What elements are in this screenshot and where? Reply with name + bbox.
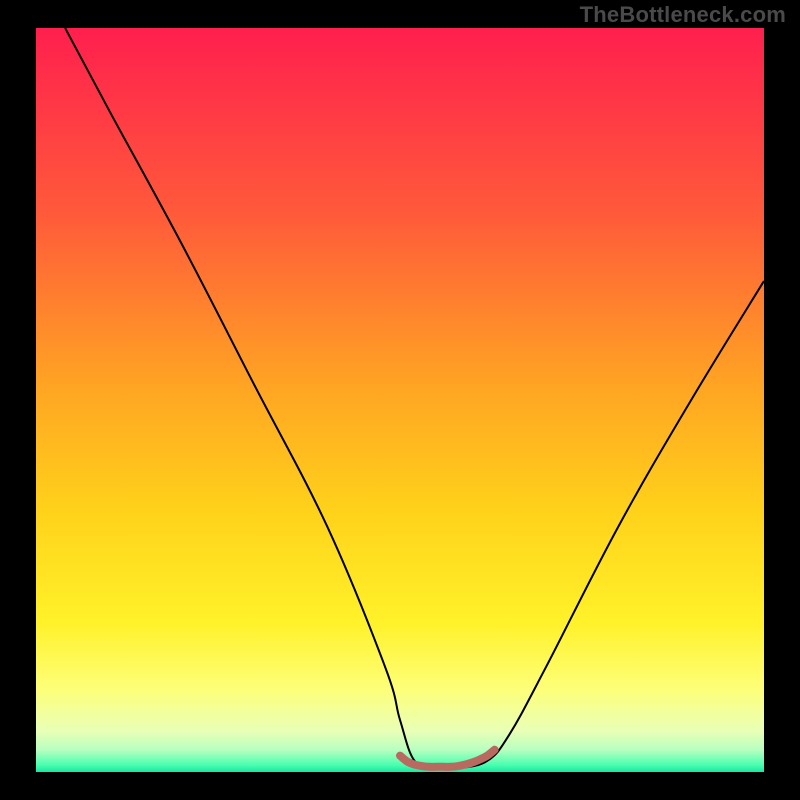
plot-area [36, 28, 764, 772]
gradient-background [36, 28, 764, 772]
watermark-text: TheBottleneck.com [580, 2, 786, 28]
chart-frame: TheBottleneck.com [0, 0, 800, 800]
chart-svg [36, 28, 764, 772]
